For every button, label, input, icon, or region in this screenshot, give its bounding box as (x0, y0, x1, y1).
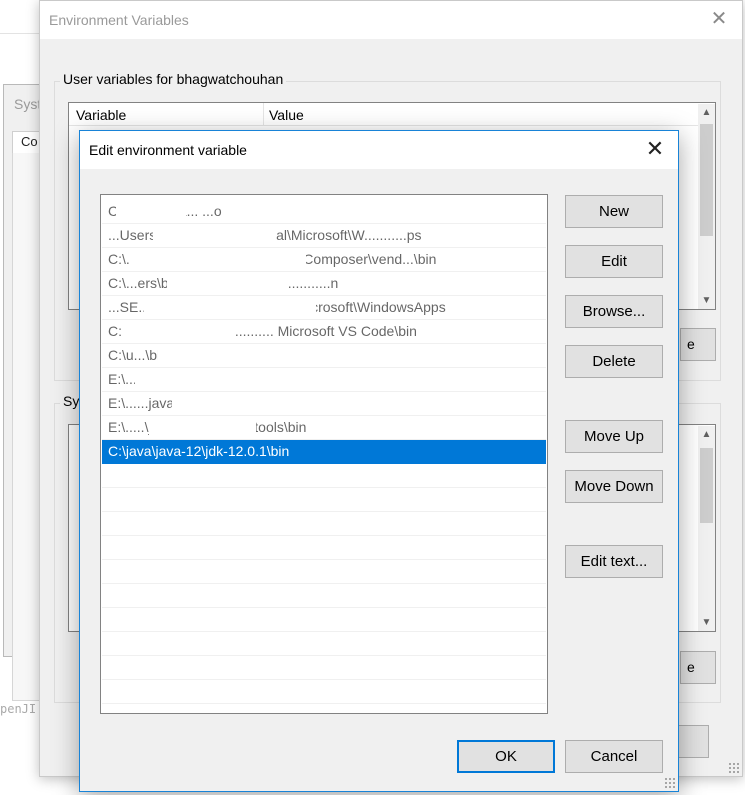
path-entry-empty[interactable] (102, 656, 546, 680)
edit-dialog-title: Edit environment variable (89, 142, 247, 158)
edit-text-button[interactable]: Edit text... (565, 545, 663, 578)
edit-button[interactable]: Edit (565, 245, 663, 278)
env-cancel-button[interactable] (678, 725, 709, 758)
redaction-mark (172, 395, 336, 412)
column-variable[interactable]: Variable (76, 107, 126, 123)
user-list-header: Variable Value (69, 103, 715, 126)
path-entry-empty[interactable] (102, 536, 546, 560)
redaction-mark (144, 299, 316, 316)
browse-button[interactable]: Browse... (565, 295, 663, 328)
system-delete-button[interactable]: e (680, 651, 716, 684)
path-entry[interactable]: C:\...ers\bha....................... Mic… (102, 320, 546, 344)
path-entry[interactable]: ...SE...............\AppData\Local\Micro… (102, 296, 546, 320)
resize-grip-icon[interactable] (728, 762, 740, 774)
system-window-title: Syst (14, 96, 42, 112)
system-properties-window: Syst Co (3, 84, 43, 701)
path-entry-empty[interactable] (102, 560, 546, 584)
edit-titlebar: Edit environment variable ✕ (80, 131, 678, 169)
env-close-icon[interactable]: ✕ (710, 9, 728, 29)
path-entry-empty[interactable] (102, 632, 546, 656)
env-titlebar: Environment Variables ✕ (40, 1, 742, 39)
scroll-thumb[interactable] (700, 448, 713, 523)
scroll-up-icon[interactable]: ▲ (698, 104, 715, 121)
cancel-button[interactable]: Cancel (565, 740, 663, 773)
path-entry[interactable]: C:\u...\bhagw\AppD............\....... (102, 344, 546, 368)
redaction-mark (153, 227, 276, 244)
redaction-mark (149, 419, 256, 436)
path-entry[interactable]: E:\......java\.......\....\tools (102, 392, 546, 416)
new-button[interactable]: New (565, 195, 663, 228)
redaction-mark (116, 203, 186, 220)
user-variables-label: User variables for bhagwatchouhan (60, 71, 287, 87)
path-entry[interactable]: C:\u...w\hata... ...o (102, 200, 546, 224)
path-entry-empty[interactable] (102, 464, 546, 488)
edit-close-icon[interactable]: ✕ (644, 138, 666, 160)
user-list-scrollbar[interactable]: ▲ ▼ (698, 104, 715, 309)
path-entries-list[interactable]: C:\u...w\hata... ...o...Users.........\A… (100, 194, 548, 714)
path-entry-empty[interactable] (102, 608, 546, 632)
path-entry-empty[interactable] (102, 680, 546, 704)
path-entry-text: C:\java\java-12\jdk-12.0.1\bin (108, 443, 290, 459)
scroll-down-icon[interactable]: ▼ (698, 614, 715, 631)
path-entry-empty[interactable] (102, 512, 546, 536)
move-up-button[interactable]: Move Up (565, 420, 663, 453)
redaction-mark (130, 251, 306, 268)
redaction-mark (121, 323, 236, 340)
scroll-up-icon[interactable]: ▲ (698, 426, 715, 443)
ok-button[interactable]: OK (457, 740, 555, 773)
system-window-tab[interactable]: Co (12, 131, 42, 153)
column-value[interactable]: Value (269, 107, 304, 123)
path-entry[interactable]: E:\.....\java\android\sdk\tools\bin (102, 416, 546, 440)
path-entry[interactable]: C:\...ers\bhagw\AppD........... ........… (102, 272, 546, 296)
path-entry-selected[interactable]: C:\java\java-12\jdk-12.0.1\bin (102, 440, 546, 464)
path-entry-empty[interactable] (102, 488, 546, 512)
column-separator[interactable] (263, 103, 264, 126)
scroll-down-icon[interactable]: ▼ (698, 292, 715, 309)
move-down-button[interactable]: Move Down (565, 470, 663, 503)
path-entry-empty[interactable] (102, 584, 546, 608)
delete-button[interactable]: Delete (565, 345, 663, 378)
system-list-scrollbar[interactable]: ▲ ▼ (698, 426, 715, 631)
path-entry[interactable]: E:\...\...........\......... (102, 368, 546, 392)
path-entry[interactable]: C:\........\bhagw\AppDat..........g\Comp… (102, 248, 546, 272)
redaction-mark (167, 275, 286, 292)
background-divider (0, 33, 40, 34)
redaction-mark (135, 371, 246, 388)
user-delete-button[interactable]: e (680, 328, 716, 361)
system-window-panel (12, 131, 42, 701)
resize-grip-icon[interactable] (664, 777, 676, 789)
edit-environment-variable-dialog: Edit environment variable ✕ C:\u...w\hat… (79, 130, 679, 792)
scroll-thumb[interactable] (700, 124, 713, 236)
path-entry[interactable]: ...Users.........\AppData\Local\Microsof… (102, 224, 546, 248)
background-console-text: penJI (0, 702, 37, 716)
redaction-mark (158, 347, 326, 364)
env-window-title: Environment Variables (49, 12, 189, 28)
